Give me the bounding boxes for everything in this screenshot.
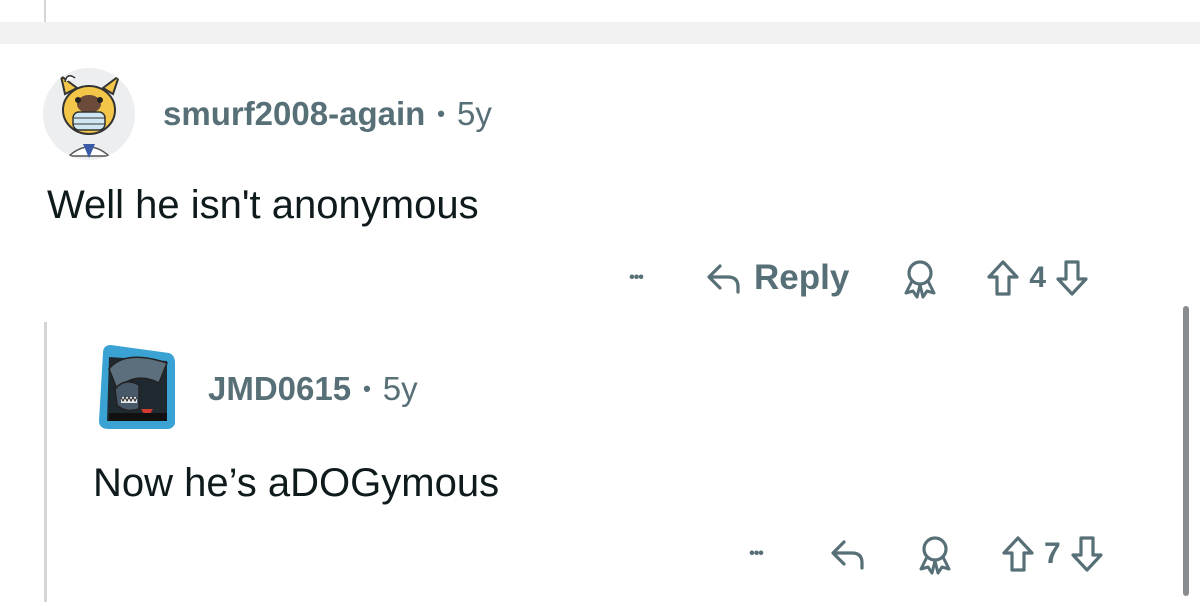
alien-avatar-icon (99, 345, 175, 429)
vote-count: 4 (1029, 261, 1046, 294)
reply-button[interactable]: Reply (704, 258, 849, 298)
upvote-button[interactable] (985, 258, 1021, 298)
reply-label: Reply (754, 258, 850, 297)
more-options-button[interactable]: ••• (614, 270, 658, 286)
downvote-arrow-icon (1071, 536, 1103, 572)
comment-thread-page: smurf2008-again • 5y Well he isn't anony… (0, 0, 1200, 602)
comment-age: 5y (382, 370, 418, 407)
more-options-icon: ••• (749, 545, 764, 562)
upvote-button[interactable] (1000, 534, 1036, 574)
award-button[interactable] (914, 533, 956, 575)
comment-meta: smurf2008-again • 5y (163, 92, 492, 136)
meta-separator: • (437, 101, 445, 126)
downvote-arrow-icon (1056, 260, 1088, 296)
more-options-icon: ••• (629, 269, 644, 286)
comment-age: 5y (456, 95, 492, 132)
meta-separator: • (363, 376, 371, 401)
comment-separator (0, 22, 1200, 44)
reply-arrow-icon (707, 264, 740, 294)
upvote-arrow-icon (1002, 536, 1034, 572)
previous-comment-bottom (0, 0, 1200, 22)
thread-line (44, 0, 46, 22)
vote-count: 7 (1044, 537, 1061, 570)
award-button[interactable] (899, 257, 941, 299)
downvote-button[interactable] (1054, 258, 1090, 298)
scrollbar[interactable] (1183, 306, 1189, 596)
award-icon (904, 260, 936, 299)
downvote-button[interactable] (1069, 534, 1105, 574)
username[interactable]: JMD0615 (208, 370, 351, 408)
comment-body: Now he’s aDOGymous (93, 461, 500, 505)
comment-meta: JMD0615 • 5y (208, 367, 418, 411)
dog-mascot-avatar-icon (43, 68, 135, 160)
reply-arrow-icon (831, 540, 864, 570)
username[interactable]: smurf2008-again (163, 95, 425, 133)
reply-button[interactable] (828, 534, 868, 574)
award-icon (919, 536, 951, 575)
vote-controls: 4 (985, 258, 1090, 298)
avatar[interactable] (95, 343, 177, 431)
comment-actions: ••• Reply 4 (614, 252, 1090, 304)
upvote-arrow-icon (987, 260, 1019, 296)
avatar[interactable] (43, 68, 135, 160)
comment-actions: ••• 7 (734, 528, 1105, 580)
thread-line[interactable] (44, 322, 47, 602)
comment-body: Well he isn't anonymous (47, 183, 479, 227)
more-options-button[interactable]: ••• (734, 546, 778, 562)
vote-controls: 7 (1000, 534, 1105, 574)
